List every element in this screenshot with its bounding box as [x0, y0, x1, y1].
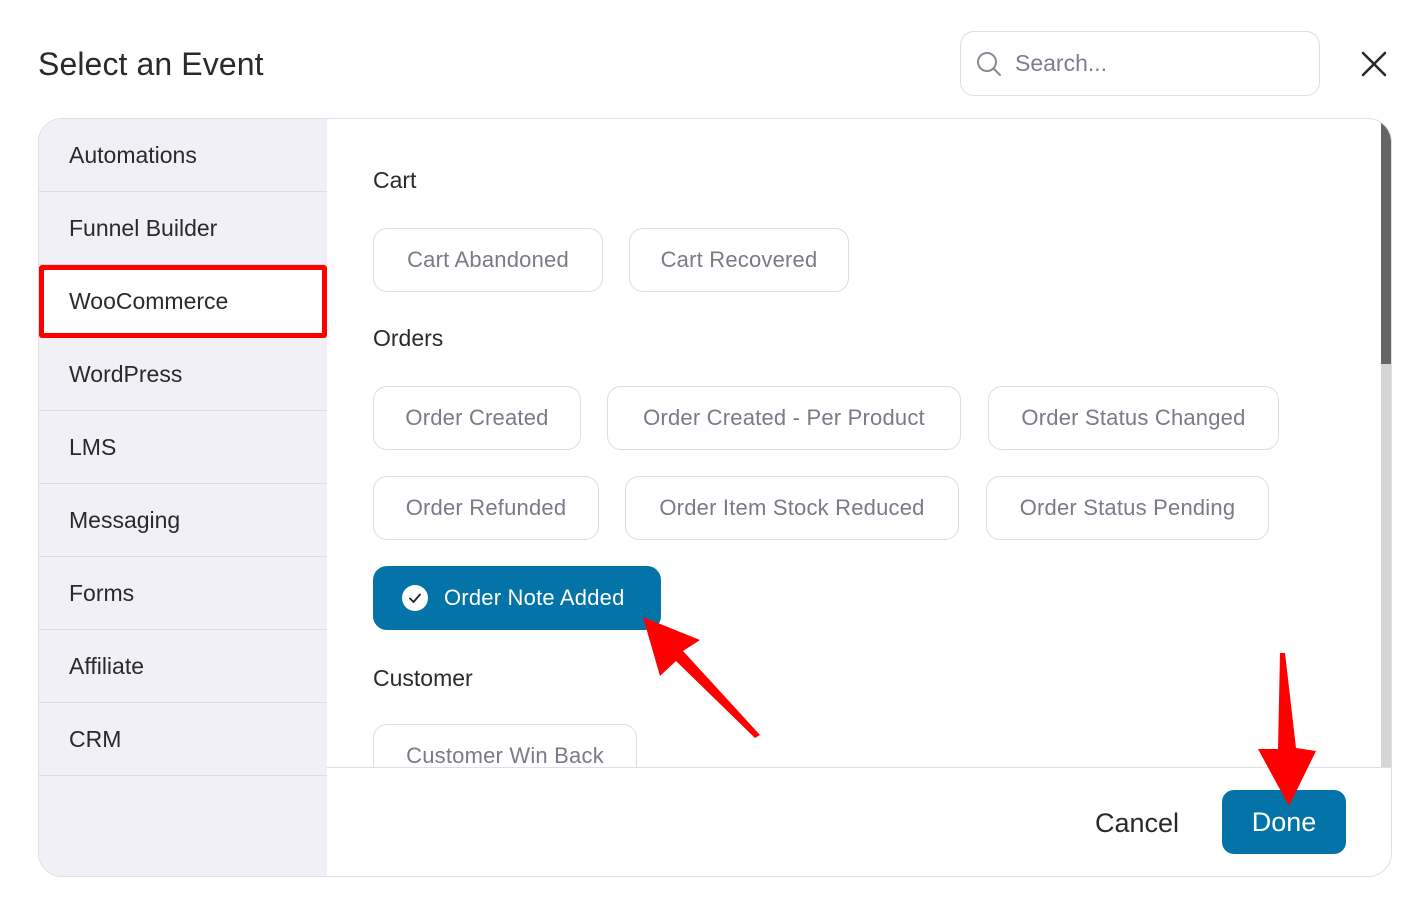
event-chip-order-refunded[interactable]: Order Refunded: [373, 476, 599, 540]
sidebar-item-woocommerce[interactable]: WooCommerce: [39, 265, 327, 338]
sidebar-item-funnel-builder[interactable]: Funnel Builder: [39, 192, 327, 265]
event-chip-order-note-added[interactable]: Order Note Added: [373, 566, 661, 630]
sidebar-item-affiliate[interactable]: Affiliate: [39, 630, 327, 703]
sidebar-item-messaging[interactable]: Messaging: [39, 484, 327, 557]
close-button[interactable]: [1356, 46, 1392, 82]
event-list: Cart Cart Abandoned Cart Recovered Order…: [327, 119, 1391, 767]
sidebar-item-label: Funnel Builder: [69, 214, 218, 241]
close-icon: [1361, 51, 1387, 77]
sidebar-item-forms[interactable]: Forms: [39, 557, 327, 630]
scrollbar-thumb[interactable]: [1381, 119, 1391, 364]
cancel-button[interactable]: Cancel: [1095, 808, 1179, 839]
section-title-cart: Cart: [373, 167, 417, 193]
section-title-orders: Orders: [373, 325, 444, 351]
dialog-footer: Cancel Done: [327, 767, 1391, 876]
search-input[interactable]: [1015, 50, 1295, 77]
category-sidebar: Automations Funnel Builder WooCommerce W…: [39, 119, 327, 876]
event-chip-label: Order Note Added: [444, 585, 625, 610]
checkmark-icon: [402, 585, 428, 611]
event-chip-order-status-changed[interactable]: Order Status Changed: [988, 386, 1279, 450]
search-box[interactable]: [960, 31, 1320, 96]
page-title: Select an Event: [38, 46, 264, 82]
event-panel: Automations Funnel Builder WooCommerce W…: [38, 118, 1392, 877]
event-chip-order-created[interactable]: Order Created: [373, 386, 581, 450]
sidebar-item-lms[interactable]: LMS: [39, 411, 327, 484]
section-title-customer: Customer: [373, 665, 473, 691]
sidebar-item-label: LMS: [69, 433, 117, 460]
sidebar-item-crm[interactable]: CRM: [39, 703, 327, 776]
sidebar-item-label: Automations: [69, 141, 197, 168]
event-chip-customer-win-back[interactable]: Customer Win Back: [373, 724, 637, 767]
sidebar-item-label: CRM: [69, 725, 122, 752]
search-icon: [977, 51, 1001, 76]
event-chip-order-created-per-product[interactable]: Order Created - Per Product: [607, 386, 961, 450]
sidebar-item-label: WooCommerce: [69, 287, 229, 314]
sidebar-item-wordpress[interactable]: WordPress: [39, 338, 327, 411]
sidebar-item-label: WordPress: [69, 360, 183, 387]
event-chip-order-item-stock-reduced[interactable]: Order Item Stock Reduced: [625, 476, 959, 540]
sidebar-item-label: Forms: [69, 579, 135, 606]
scrollbar[interactable]: [1381, 119, 1391, 767]
sidebar-item-label: Affiliate: [69, 652, 145, 679]
sidebar-item-label: Messaging: [69, 506, 181, 533]
event-chip-cart-abandoned[interactable]: Cart Abandoned: [373, 228, 603, 292]
sidebar-item-automations[interactable]: Automations: [39, 119, 327, 192]
event-chip-order-status-pending[interactable]: Order Status Pending: [986, 476, 1269, 540]
event-chip-cart-recovered[interactable]: Cart Recovered: [629, 228, 849, 292]
done-button[interactable]: Done: [1222, 790, 1346, 854]
